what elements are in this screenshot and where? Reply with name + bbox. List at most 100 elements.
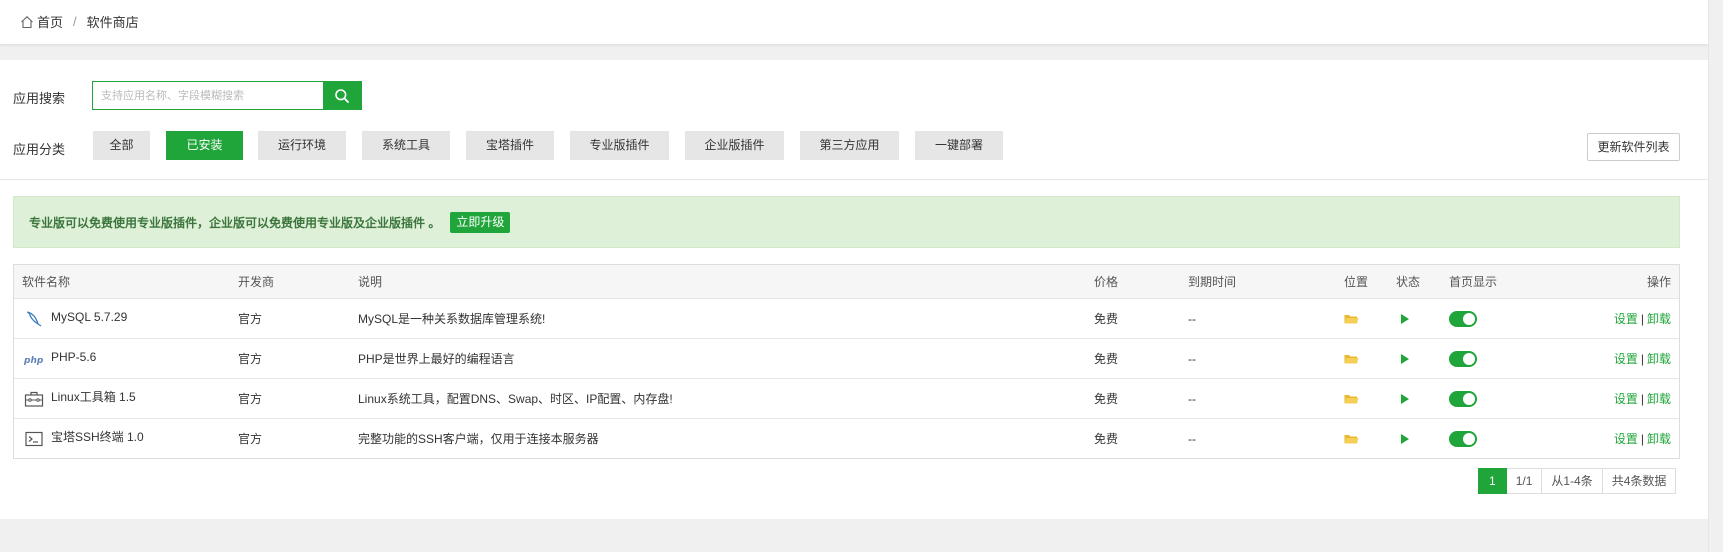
software-expire: -- bbox=[1188, 391, 1196, 406]
homepage-toggle[interactable] bbox=[1449, 350, 1477, 367]
uninstall-link[interactable]: 卸载 bbox=[1647, 390, 1671, 407]
uninstall-link[interactable]: 卸载 bbox=[1647, 310, 1671, 327]
header-expire: 到期时间 bbox=[1188, 275, 1237, 289]
status-cell bbox=[1400, 379, 1410, 418]
location-cell bbox=[1344, 419, 1359, 458]
category-installed[interactable]: 已安装 bbox=[166, 131, 243, 160]
play-icon[interactable] bbox=[1400, 433, 1410, 445]
table-row: php PHP-5.6 官方 PHP是世界上最好的编程语言 免费 -- 设置 |… bbox=[14, 339, 1679, 379]
table-row: 宝塔SSH终端 1.0 官方 完整功能的SSH客户端，仅用于连接本服务器 免费 … bbox=[14, 419, 1679, 458]
location-cell bbox=[1344, 339, 1359, 378]
mysql-dolphin-icon bbox=[24, 309, 44, 329]
header-actions: 操作 bbox=[1646, 275, 1671, 289]
category-all[interactable]: 全部 bbox=[93, 131, 150, 160]
category-enterprise-plugins[interactable]: 企业版插件 bbox=[685, 131, 784, 160]
homepage-cell bbox=[1449, 299, 1477, 338]
table-row: Linux工具箱 1.5 官方 Linux系统工具，配置DNS、Swap、时区、… bbox=[14, 379, 1679, 419]
action-separator: | bbox=[1640, 431, 1644, 446]
row-name-cell: Linux工具箱 1.5 bbox=[22, 379, 136, 418]
header-price: 价格 bbox=[1094, 275, 1119, 289]
uninstall-link[interactable]: 卸载 bbox=[1647, 430, 1671, 447]
software-price: 免费 bbox=[1094, 392, 1119, 406]
software-price: 免费 bbox=[1094, 312, 1119, 326]
location-cell bbox=[1344, 299, 1359, 338]
software-price: 免费 bbox=[1094, 352, 1119, 366]
refresh-software-list-button[interactable]: 更新软件列表 bbox=[1587, 133, 1680, 161]
software-developer: 官方 bbox=[238, 352, 263, 366]
uninstall-link[interactable]: 卸载 bbox=[1647, 350, 1671, 367]
action-separator: | bbox=[1640, 311, 1644, 326]
page-current[interactable]: 1 bbox=[1478, 468, 1507, 494]
software-expire: -- bbox=[1188, 311, 1196, 326]
search-button[interactable] bbox=[323, 82, 361, 109]
homepage-toggle[interactable] bbox=[1449, 310, 1477, 327]
category-third-party[interactable]: 第三方应用 bbox=[800, 131, 899, 160]
category-system-tools[interactable]: 系统工具 bbox=[362, 131, 450, 160]
software-name: MySQL 5.7.29 bbox=[51, 309, 128, 324]
software-description: Linux系统工具，配置DNS、Swap、时区、IP配置、内存盘! bbox=[358, 392, 673, 406]
upgrade-notice: 专业版可以免费使用专业版插件，企业版可以免费使用专业版及企业版插件 。 立即升级 bbox=[13, 196, 1680, 248]
category-bt-plugins[interactable]: 宝塔插件 bbox=[466, 131, 554, 160]
header-description: 说明 bbox=[358, 275, 383, 289]
category-label: 应用分类 bbox=[13, 142, 66, 157]
folder-icon[interactable] bbox=[1344, 433, 1359, 445]
software-developer: 官方 bbox=[238, 432, 263, 446]
homepage-cell bbox=[1449, 419, 1477, 458]
software-description: MySQL是一种关系数据库管理系统! bbox=[358, 312, 546, 326]
settings-link[interactable]: 设置 bbox=[1614, 430, 1638, 447]
row-name-cell: php PHP-5.6 bbox=[22, 339, 96, 378]
software-price: 免费 bbox=[1094, 432, 1119, 446]
row-name-cell: 宝塔SSH终端 1.0 bbox=[22, 419, 144, 458]
settings-link[interactable]: 设置 bbox=[1614, 350, 1638, 367]
breadcrumb-home-link[interactable]: 首页 bbox=[37, 12, 63, 31]
header-location: 位置 bbox=[1344, 275, 1369, 289]
software-description: PHP是世界上最好的编程语言 bbox=[358, 352, 515, 366]
homepage-cell bbox=[1449, 379, 1477, 418]
notice-text: 专业版可以免费使用专业版插件，企业版可以免费使用专业版及企业版插件 。 bbox=[29, 215, 441, 230]
search-label: 应用搜索 bbox=[13, 91, 66, 106]
section-divider bbox=[0, 179, 1708, 180]
software-description: 完整功能的SSH客户端，仅用于连接本服务器 bbox=[358, 432, 599, 446]
homepage-toggle[interactable] bbox=[1449, 430, 1477, 447]
header-name[interactable]: 软件名称 bbox=[22, 265, 70, 298]
table-header: 软件名称 开发商 说明 价格 到期时间 位置 状态 首页显示 操作 bbox=[14, 265, 1679, 299]
search-input[interactable] bbox=[93, 82, 323, 109]
location-cell bbox=[1344, 379, 1359, 418]
actions-cell: 设置 | 卸载 bbox=[1614, 419, 1671, 458]
software-expire: -- bbox=[1188, 351, 1196, 366]
svg-text:php: php bbox=[24, 356, 44, 365]
category-runtime[interactable]: 运行环境 bbox=[258, 131, 346, 160]
row-name-cell: MySQL 5.7.29 bbox=[22, 299, 127, 338]
homepage-toggle[interactable] bbox=[1449, 390, 1477, 407]
page-count: 1/1 bbox=[1506, 468, 1543, 494]
breadcrumb-separator: / bbox=[73, 14, 77, 29]
category-pro-plugins[interactable]: 专业版插件 bbox=[570, 131, 669, 160]
status-cell bbox=[1400, 419, 1410, 458]
breadcrumb: 首页 / 软件商店 bbox=[20, 12, 139, 31]
software-developer: 官方 bbox=[238, 312, 263, 326]
software-table: 软件名称 开发商 说明 价格 到期时间 位置 状态 首页显示 操作 MySQL … bbox=[13, 264, 1680, 459]
software-expire: -- bbox=[1188, 431, 1196, 446]
header-status: 状态 bbox=[1396, 275, 1421, 289]
folder-icon[interactable] bbox=[1344, 353, 1359, 365]
upgrade-button[interactable]: 立即升级 bbox=[450, 211, 511, 233]
search-box bbox=[92, 81, 362, 110]
php-icon: php bbox=[24, 349, 44, 369]
settings-link[interactable]: 设置 bbox=[1614, 390, 1638, 407]
toolbox-icon bbox=[24, 389, 44, 409]
actions-cell: 设置 | 卸载 bbox=[1614, 339, 1671, 378]
software-name: 宝塔SSH终端 1.0 bbox=[51, 430, 144, 444]
page-range: 从1-4条 bbox=[1542, 468, 1603, 494]
settings-link[interactable]: 设置 bbox=[1614, 310, 1638, 327]
play-icon[interactable] bbox=[1400, 353, 1410, 365]
page-scrollbar[interactable] bbox=[1708, 0, 1723, 552]
play-icon[interactable] bbox=[1400, 393, 1410, 405]
pagination: 1 1/1 从1-4条 共4条数据 bbox=[1478, 468, 1677, 494]
folder-icon[interactable] bbox=[1344, 393, 1359, 405]
home-icon[interactable] bbox=[20, 15, 34, 29]
play-icon[interactable] bbox=[1400, 313, 1410, 325]
category-one-click-deploy[interactable]: 一键部署 bbox=[915, 131, 1003, 160]
software-developer: 官方 bbox=[238, 392, 263, 406]
top-bar: 首页 / 软件商店 bbox=[0, 0, 1708, 45]
folder-icon[interactable] bbox=[1344, 313, 1359, 325]
